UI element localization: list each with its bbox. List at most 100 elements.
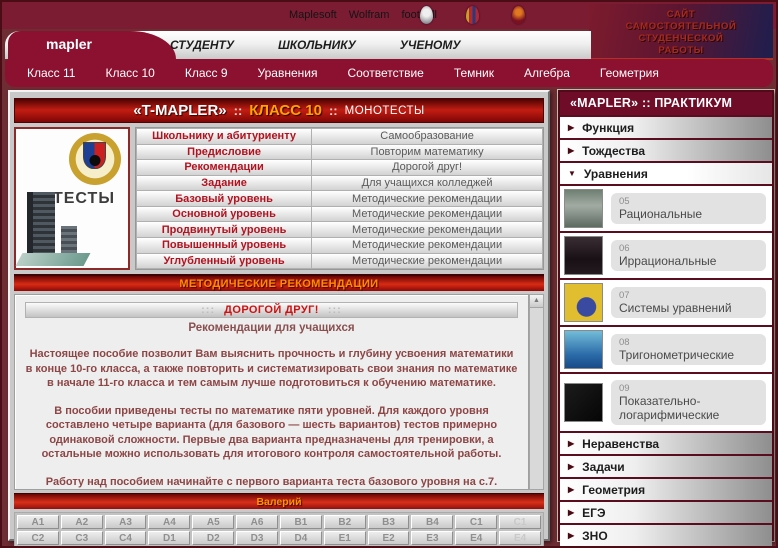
menu-label-cell[interactable]: Школьнику и абитуриенту bbox=[137, 129, 311, 144]
item-label: Иррациональные bbox=[619, 254, 758, 268]
menu-label-cell[interactable]: Повышенный уровень bbox=[137, 238, 311, 253]
menu-label-cell[interactable]: Продвинутый уровень bbox=[137, 222, 311, 237]
tab-mapler[interactable]: mapler bbox=[8, 31, 130, 59]
variant-button[interactable]: D3 bbox=[236, 531, 278, 545]
club-crest-row bbox=[420, 6, 525, 24]
sidebar-item-ege[interactable]: ▶ ЕГЭ bbox=[560, 502, 772, 523]
tests-panel: ТЕСТЫ bbox=[14, 127, 130, 270]
menu-label-cell[interactable]: Рекомендации bbox=[137, 160, 311, 175]
sidebar-item-label: Задачи bbox=[582, 460, 625, 474]
sidebar-item-funkciya[interactable]: ▶ Функция bbox=[560, 117, 772, 138]
brand-title: «T-MAPLER» bbox=[133, 102, 226, 119]
vertical-scrollbar[interactable]: ▲ bbox=[529, 294, 544, 490]
variant-button[interactable]: E4 bbox=[455, 531, 497, 545]
sidebar-title: «MAPLER» :: ПРАКТИКУМ bbox=[560, 92, 772, 115]
scroll-up-button[interactable]: ▲ bbox=[530, 295, 543, 308]
menu-value-cell[interactable]: Методические рекомендации bbox=[312, 207, 542, 222]
practice-item-label-box: 07 Системы уравнений bbox=[611, 287, 766, 318]
menu-value-cell[interactable]: Методические рекомендации bbox=[312, 254, 542, 269]
chevron-right-icon: ▶ bbox=[568, 462, 574, 471]
variant-button[interactable]: C1 bbox=[455, 515, 497, 529]
chevron-right-icon: ▶ bbox=[568, 439, 574, 448]
menu-value-cell[interactable]: Дорогой друг! bbox=[312, 160, 542, 175]
variant-button[interactable]: D4 bbox=[280, 531, 322, 545]
menu-label-cell[interactable]: Основной уровень bbox=[137, 207, 311, 222]
nav-item-temnik[interactable]: Темник bbox=[454, 66, 494, 80]
menu-value-cell[interactable]: Для учащихся колледжей bbox=[312, 176, 542, 191]
tab-shkolniku[interactable]: ШКОЛЬНИКУ bbox=[278, 38, 356, 52]
practice-item-sistemy[interactable]: 07 Системы уравнений bbox=[560, 280, 772, 325]
variant-button[interactable]: A3 bbox=[105, 515, 147, 529]
variant-button[interactable]: E3 bbox=[411, 531, 453, 545]
variant-button[interactable]: B2 bbox=[324, 515, 366, 529]
item-label: Рациональные bbox=[619, 207, 758, 221]
table-row: Основной уровень Методические рекомендац… bbox=[137, 207, 542, 222]
sidebar-item-tozhdestva[interactable]: ▶ Тождества bbox=[560, 140, 772, 161]
greeting-decor: ::: bbox=[201, 304, 215, 316]
topbar-link-wolfram[interactable]: Wolfram bbox=[349, 9, 390, 21]
variant-button[interactable]: D1 bbox=[148, 531, 190, 545]
variant-button[interactable]: B4 bbox=[411, 515, 453, 529]
nav-item-klass-9[interactable]: Класс 9 bbox=[185, 66, 228, 80]
reco-subheader: Рекомендации для учащихся bbox=[25, 322, 518, 334]
menu-value-cell[interactable]: Методические рекомендации bbox=[312, 222, 542, 237]
menu-value-cell[interactable]: Методические рекомендации bbox=[312, 191, 542, 206]
variant-button[interactable]: C2 bbox=[17, 531, 59, 545]
item-number: 05 bbox=[619, 196, 758, 207]
item-label: Показательно-логарифмические bbox=[619, 394, 758, 422]
variant-button[interactable]: A5 bbox=[192, 515, 234, 529]
shakhtar-crest-icon[interactable] bbox=[420, 6, 433, 24]
practice-item-irracionalnye[interactable]: 06 Иррациональные bbox=[560, 233, 772, 278]
site-caption-line: СТУДЕНЧЕСКОЙ bbox=[589, 33, 773, 45]
tab-studentu[interactable]: СТУДЕНТУ bbox=[170, 38, 234, 52]
menu-value-cell[interactable]: Самообразование bbox=[312, 129, 542, 144]
barcelona-crest-icon[interactable] bbox=[466, 6, 479, 24]
mode-title: МОНОТЕСТЫ bbox=[345, 105, 425, 117]
menu-label-cell[interactable]: Базовый уровень bbox=[137, 191, 311, 206]
sidebar-item-zno[interactable]: ▶ ЗНО bbox=[560, 525, 772, 546]
emblem-shield-icon bbox=[83, 142, 106, 169]
item-label: Тригонометрические bbox=[619, 348, 758, 362]
sidebar-item-geometriya[interactable]: ▶ Геометрия bbox=[560, 479, 772, 500]
sidebar-item-neravenstva[interactable]: ▶ Неравенства bbox=[560, 433, 772, 454]
variant-button[interactable]: C3 bbox=[61, 531, 103, 545]
nav-item-sootvetstvie[interactable]: Соответствие bbox=[347, 66, 423, 80]
variant-button[interactable]: E1 bbox=[324, 531, 366, 545]
practice-item-list: 05 Рациональные 06 Иррациональные 07 Сис… bbox=[560, 186, 772, 431]
variant-button[interactable]: C4 bbox=[105, 531, 147, 545]
site-caption-line: РАБОТЫ bbox=[589, 45, 773, 57]
sidebar-item-label: ЕГЭ bbox=[582, 506, 605, 520]
nav-item-algebra[interactable]: Алгебра bbox=[524, 66, 570, 80]
nav-item-geometriya[interactable]: Геометрия bbox=[600, 66, 659, 80]
variant-button[interactable]: A4 bbox=[148, 515, 190, 529]
roma-crest-icon[interactable] bbox=[512, 6, 525, 24]
nav-item-klass-11[interactable]: Класс 11 bbox=[27, 66, 75, 80]
menu-value-cell[interactable]: Методические рекомендации bbox=[312, 238, 542, 253]
variant-button[interactable]: E2 bbox=[368, 531, 410, 545]
table-row: Углубленный уровень Методические рекомен… bbox=[137, 254, 542, 269]
chevron-right-icon: ▶ bbox=[568, 146, 574, 155]
variant-button[interactable]: E4 bbox=[499, 531, 541, 545]
variant-button[interactable]: B3 bbox=[368, 515, 410, 529]
practice-item-trigonometricheskie[interactable]: 08 Тригонометрические bbox=[560, 327, 772, 372]
variant-button[interactable]: A1 bbox=[17, 515, 59, 529]
menu-value-cell[interactable]: Повторим математику bbox=[312, 145, 542, 160]
practice-item-racionalnye[interactable]: 05 Рациональные bbox=[560, 186, 772, 231]
topbar-link-maplesoft[interactable]: Maplesoft bbox=[289, 9, 337, 21]
nav-item-uravneniya[interactable]: Уравнения bbox=[258, 66, 318, 80]
tab-items: СТУДЕНТУ ШКОЛЬНИКУ УЧЕНОМУ bbox=[170, 31, 460, 59]
scroll-up-icon: ▲ bbox=[533, 297, 540, 304]
sidebar-item-zadachi[interactable]: ▶ Задачи bbox=[560, 456, 772, 477]
variant-button[interactable]: A2 bbox=[61, 515, 103, 529]
variant-button[interactable]: C1 bbox=[499, 515, 541, 529]
variant-button[interactable]: A6 bbox=[236, 515, 278, 529]
practice-item-pokazatelno-logarifmicheskie[interactable]: 09 Показательно-логарифмические bbox=[560, 374, 772, 431]
menu-label-cell[interactable]: Углубленный уровень bbox=[137, 254, 311, 269]
nav-item-klass-10[interactable]: Класс 10 bbox=[105, 66, 154, 80]
menu-label-cell[interactable]: Предисловие bbox=[137, 145, 311, 160]
tab-uchenomu[interactable]: УЧЕНОМУ bbox=[400, 38, 461, 52]
variant-button[interactable]: B1 bbox=[280, 515, 322, 529]
menu-label-cell[interactable]: Задание bbox=[137, 176, 311, 191]
variant-button[interactable]: D2 bbox=[192, 531, 234, 545]
sidebar-item-uravneniya[interactable]: ▼ Уравнения bbox=[560, 163, 772, 184]
